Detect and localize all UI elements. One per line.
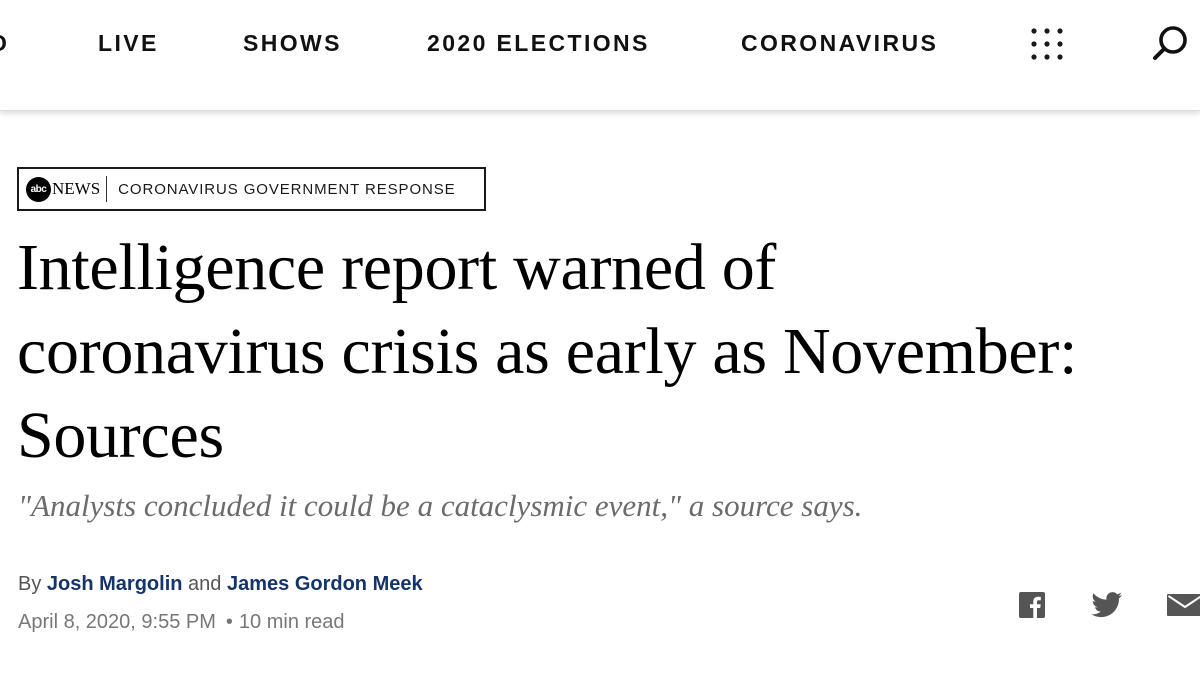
article-dek: "Analysts concluded it could be a catacl… (18, 488, 863, 523)
twitter-icon[interactable] (1091, 592, 1123, 618)
news-wordmark: NEWS (52, 179, 101, 198)
facebook-icon[interactable] (1019, 592, 1045, 618)
byline-prefix: By (18, 573, 42, 595)
headline-line-3: Sources (17, 399, 224, 472)
section-badge: abc NEWS CORONAVIRUS GOVERNMENT RESPONSE (17, 167, 486, 211)
publish-date: April 8, 2020, 9:55 PM (18, 611, 216, 633)
nav-item-shows[interactable]: SHOWS (243, 30, 342, 57)
read-time: 10 min read (238, 611, 345, 633)
headline-line-1: Intelligence report warned of (17, 231, 777, 304)
headline-line-2: coronavirus crisis as early as November: (17, 315, 1078, 388)
email-icon[interactable] (1167, 592, 1200, 618)
abc-logo-mark: abc (26, 176, 51, 202)
search-icon[interactable] (1150, 24, 1190, 64)
nav-item-coronavirus[interactable]: CORONAVIRUS (741, 30, 938, 57)
meta-separator: • (225, 611, 233, 633)
article-headline: Intelligence report warned of coronaviru… (17, 226, 1200, 478)
nav-item-cut-off[interactable]: O (0, 30, 9, 57)
nav-item-live[interactable]: LIVE (98, 30, 159, 57)
grid-dots-icon[interactable] (1030, 27, 1064, 61)
top-navigation: O LIVE SHOWS 2020 ELECTIONS CORONAVIRUS (0, 0, 1200, 111)
nav-item-2020-elections[interactable]: 2020 ELECTIONS (427, 30, 650, 57)
byline-joiner: and (188, 573, 222, 595)
byline: By Josh Margolin and James Gordon Meek (18, 573, 423, 596)
abc-news-logo[interactable]: abc NEWS (19, 169, 106, 209)
author-link-1[interactable]: Josh Margolin (47, 573, 183, 595)
author-link-2[interactable]: James Gordon Meek (227, 573, 423, 595)
article-meta: April 8, 2020, 9:55 PM • 10 min read (18, 611, 345, 634)
section-label[interactable]: CORONAVIRUS GOVERNMENT RESPONSE (107, 181, 455, 198)
